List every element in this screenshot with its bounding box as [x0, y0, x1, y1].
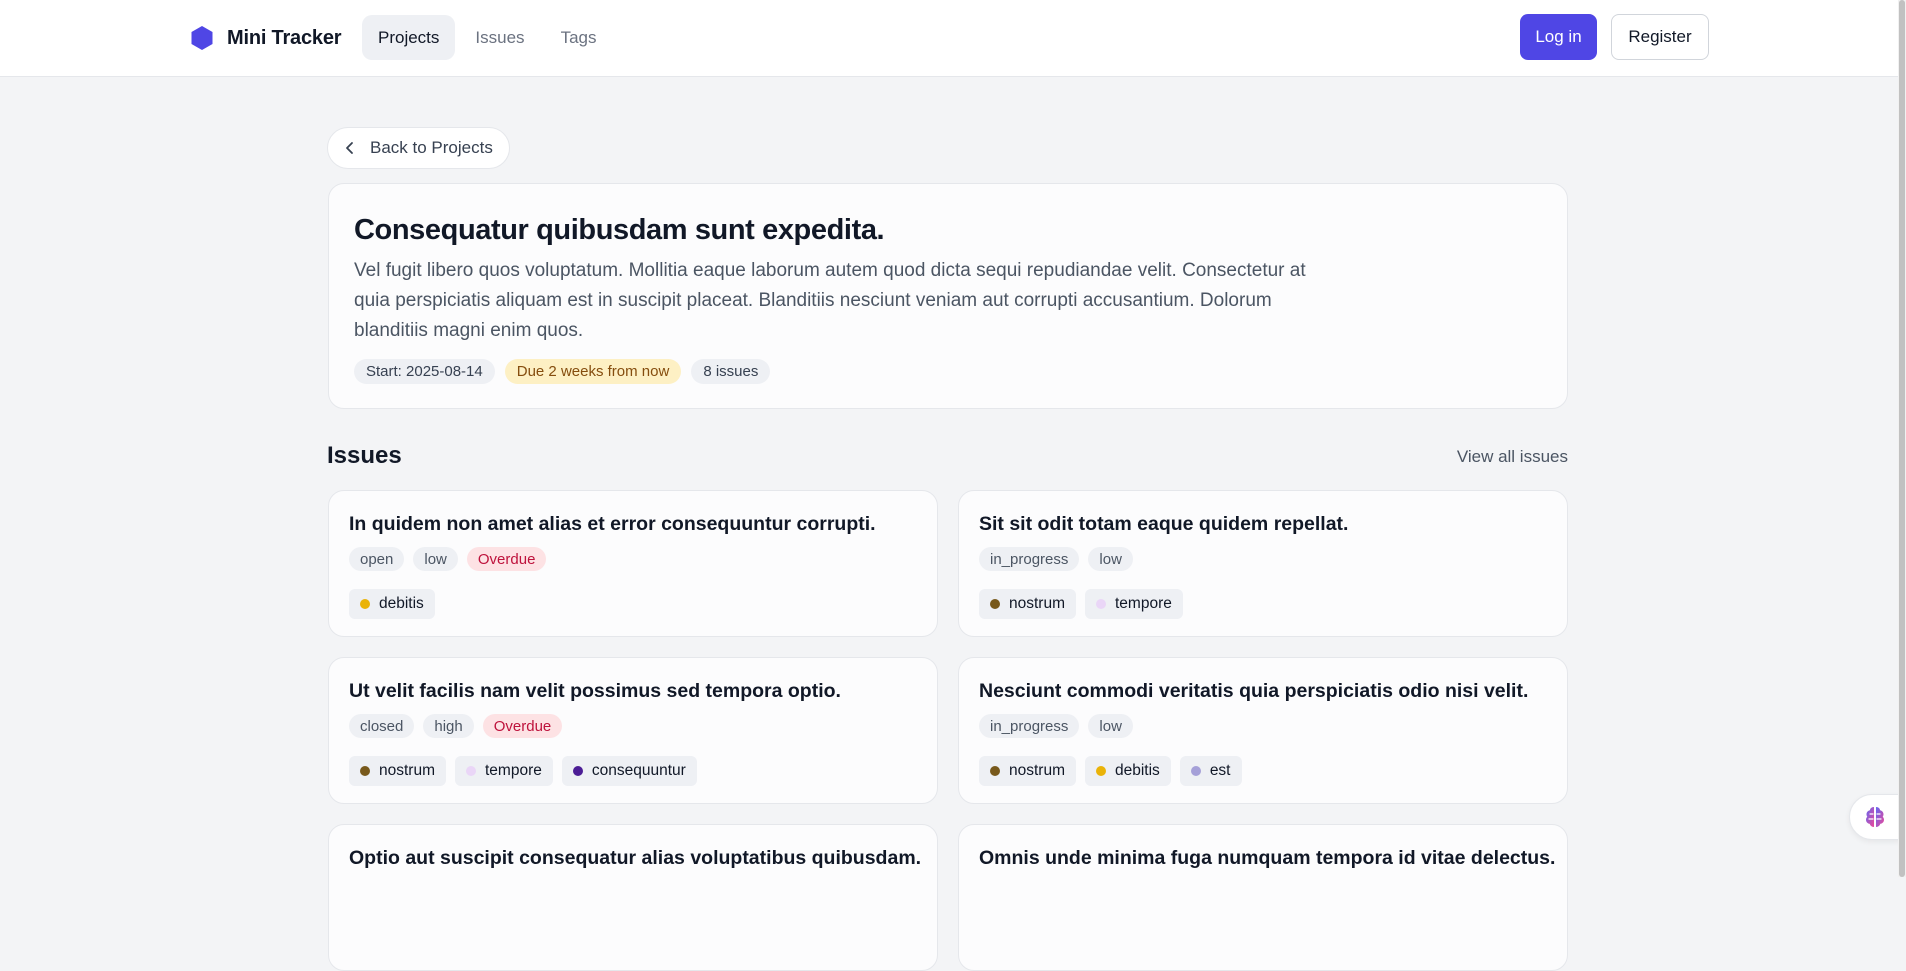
- issue-tags: nostrum debitis est: [979, 756, 1242, 786]
- issue-title: Optio aut suscipit consequatur alias vol…: [349, 847, 922, 869]
- priority-badge: high: [423, 714, 474, 738]
- tag-label: nostrum: [379, 762, 435, 779]
- status-badge: open: [349, 547, 405, 571]
- priority-badge: low: [1088, 714, 1133, 738]
- tag-label: consequuntur: [591, 762, 686, 779]
- issue-title: Nesciunt commodi veritatis quia perspici…: [979, 680, 1529, 702]
- issues-heading: Issues: [327, 442, 402, 469]
- tag-label: tempore: [1115, 595, 1172, 612]
- tag[interactable]: nostrum: [349, 756, 446, 786]
- issue-count-badge: 8 issues: [691, 359, 771, 384]
- status-badge: in_progress: [979, 547, 1080, 571]
- tag-color-dot: [466, 766, 476, 776]
- register-button[interactable]: Register: [1611, 14, 1709, 60]
- issue-meta: closed high Overdue: [349, 714, 563, 738]
- overdue-badge: Overdue: [466, 547, 547, 571]
- tag-color-dot: [1096, 766, 1106, 776]
- issue-card[interactable]: Optio aut suscipit consequatur alias vol…: [328, 824, 938, 971]
- brand[interactable]: Mini Tracker: [189, 24, 342, 52]
- tag[interactable]: est: [1179, 756, 1242, 786]
- status-badge: in_progress: [979, 714, 1080, 738]
- tag-label: tempore: [485, 762, 542, 779]
- project-card: Consequatur quibusdam sunt expedita. Vel…: [328, 183, 1568, 409]
- issue-title: Omnis unde minima fuga numquam tempora i…: [979, 847, 1556, 869]
- tag-color-dot: [360, 766, 370, 776]
- issue-card[interactable]: Sit sit odit totam eaque quidem repellat…: [958, 490, 1568, 637]
- project-title: Consequatur quibusdam sunt expedita.: [354, 214, 885, 246]
- nav-link-tags[interactable]: Tags: [545, 15, 613, 60]
- assistant-button[interactable]: [1849, 794, 1901, 840]
- due-date-badge: Due 2 weeks from now: [504, 359, 682, 384]
- tag-color-dot: [572, 766, 583, 776]
- status-badge: closed: [349, 714, 415, 738]
- project-description: Vel fugit libero quos voluptatum. Mollit…: [354, 260, 1306, 341]
- overdue-badge: Overdue: [482, 714, 563, 738]
- start-date-badge: Start: 2025-08-14: [354, 359, 495, 384]
- project-meta: Start: 2025-08-14 Due 2 weeks from now 8…: [354, 359, 771, 384]
- tag[interactable]: tempore: [455, 756, 553, 786]
- issue-card[interactable]: Nesciunt commodi veritatis quia perspici…: [958, 657, 1568, 804]
- tag[interactable]: debitis: [1085, 756, 1171, 786]
- tag-color-dot: [990, 766, 1000, 776]
- issue-card[interactable]: Omnis unde minima fuga numquam tempora i…: [958, 824, 1568, 971]
- issue-meta: open low Overdue: [349, 547, 547, 571]
- nav-links: Projects Issues Tags: [362, 15, 612, 60]
- brain-icon: [1866, 807, 1884, 827]
- issue-meta: in_progress low: [979, 547, 1133, 571]
- priority-badge: low: [1088, 547, 1133, 571]
- chevron-left-icon: [346, 142, 353, 154]
- back-label: Back to Projects: [370, 138, 493, 157]
- nav-link-issues[interactable]: Issues: [459, 15, 540, 60]
- scrollbar-thumb[interactable]: [1899, 0, 1905, 877]
- issue-meta: in_progress low: [979, 714, 1133, 738]
- tag-label: debitis: [379, 595, 424, 612]
- tag-color-dot: [1190, 766, 1201, 776]
- tag-color-dot: [990, 599, 1000, 609]
- login-button[interactable]: Log in: [1520, 14, 1597, 60]
- tag[interactable]: nostrum: [979, 589, 1076, 619]
- issue-title: Ut velit facilis nam velit possimus sed …: [349, 680, 841, 702]
- tag[interactable]: debitis: [349, 589, 435, 619]
- nav-link-projects[interactable]: Projects: [362, 15, 456, 60]
- tag[interactable]: tempore: [1085, 589, 1183, 619]
- issue-card[interactable]: Ut velit facilis nam velit possimus sed …: [328, 657, 938, 804]
- tag[interactable]: nostrum: [979, 756, 1076, 786]
- issue-card[interactable]: In quidem non amet alias et error conseq…: [328, 490, 938, 637]
- priority-badge: low: [413, 547, 458, 571]
- hexagon-logo-icon: [191, 26, 213, 50]
- tag[interactable]: consequuntur: [561, 756, 697, 786]
- issue-tags: debitis: [349, 589, 435, 619]
- tag-color-dot: [1096, 599, 1106, 609]
- issue-tags: nostrum tempore: [979, 589, 1183, 619]
- page-scrollbar[interactable]: [1898, 0, 1906, 877]
- issue-tags: nostrum tempore consequuntur: [349, 756, 697, 786]
- view-all-issues-link[interactable]: View all issues: [1457, 447, 1568, 467]
- top-navbar: Mini Tracker Projects Issues Tags Log in…: [0, 0, 1906, 77]
- tag-label: est: [1209, 762, 1231, 779]
- tag-label: nostrum: [1009, 762, 1065, 779]
- tag-label: nostrum: [1009, 595, 1065, 612]
- tag-label: debitis: [1115, 762, 1160, 779]
- issue-title: Sit sit odit totam eaque quidem repellat…: [979, 513, 1349, 535]
- back-to-projects-button[interactable]: Back to Projects: [327, 127, 510, 169]
- tag-color-dot: [360, 599, 370, 609]
- brand-name: Mini Tracker: [227, 26, 342, 49]
- issue-title: In quidem non amet alias et error conseq…: [349, 513, 876, 535]
